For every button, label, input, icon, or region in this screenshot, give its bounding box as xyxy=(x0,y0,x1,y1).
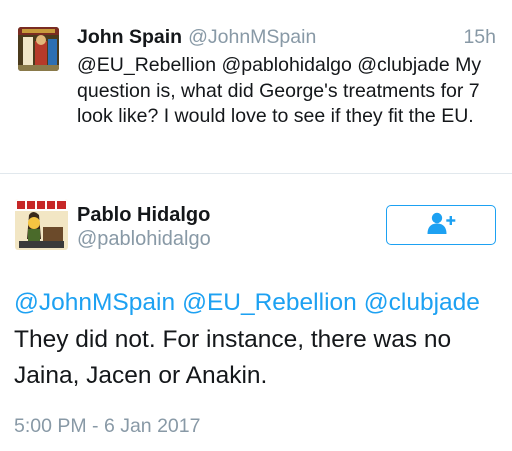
mention-link[interactable]: @EU_Rebellion xyxy=(182,289,357,316)
reply-header: John Spain @JohnMSpain 15h xyxy=(77,26,496,52)
reply-time[interactable]: 15h xyxy=(463,26,496,49)
mention-link[interactable]: @JohnMSpain xyxy=(14,289,175,316)
main-mentions: @JohnMSpain @EU_Rebellion @clubjade xyxy=(14,289,487,317)
main-author-handle[interactable]: @pablohidalgo xyxy=(77,228,211,251)
main-tweet-timestamp[interactable]: 5:00 PM - 6 Jan 2017 xyxy=(14,415,200,438)
reply-author-name[interactable]: John Spain xyxy=(77,26,182,48)
main-author-name[interactable]: Pablo Hidalgo xyxy=(77,204,210,227)
john-spain-avatar[interactable] xyxy=(18,27,59,71)
pablo-hidalgo-avatar[interactable] xyxy=(15,199,68,250)
reply-tweet[interactable]: John Spain @JohnMSpain 15h @EU_Rebellion … xyxy=(0,0,512,174)
reply-author-handle[interactable]: @JohnMSpain xyxy=(188,26,316,48)
main-tweet-text: They did not. For instance, there was no… xyxy=(14,326,452,389)
mention-link[interactable]: @clubjade xyxy=(364,289,480,316)
follow-button[interactable] xyxy=(386,205,496,245)
reply-text: @EU_Rebellion @pablohidalgo @clubjade My… xyxy=(77,54,482,127)
add-user-icon xyxy=(426,211,456,240)
